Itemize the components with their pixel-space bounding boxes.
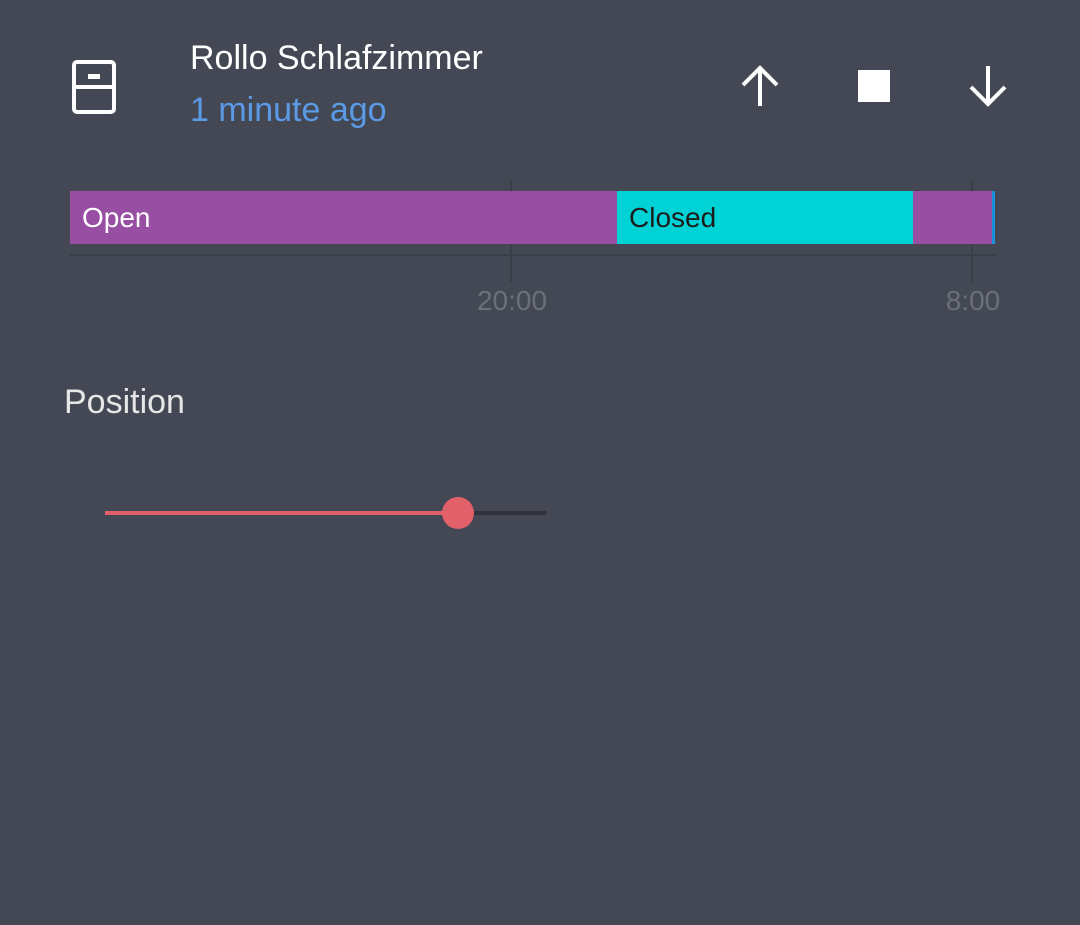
arrow-down-icon <box>969 66 1007 107</box>
tick-label: 8:00 <box>945 285 1001 316</box>
cover-more-info-dialog: Rollo Schlafzimmer 1 minute ago Open Clo… <box>0 0 1080 925</box>
close-cover-button[interactable] <box>962 60 1014 112</box>
stop-icon <box>858 70 890 102</box>
entity-title: Rollo Schlafzimmer <box>190 39 483 77</box>
last-changed[interactable]: 1 minute ago <box>190 90 387 130</box>
position-slider[interactable] <box>105 493 546 533</box>
state-history-timeline: Open Closed 20:00 8:00 <box>70 180 1000 320</box>
stop-cover-button[interactable] <box>848 60 900 112</box>
segment-label: Closed <box>629 201 717 233</box>
tick-label: 20:00 <box>476 285 548 316</box>
position-label: Position <box>64 383 185 421</box>
window-shutter-icon <box>72 60 118 116</box>
history-segment-closed[interactable]: Closed <box>617 191 913 244</box>
open-cover-button[interactable] <box>734 60 786 112</box>
slider-fill <box>105 511 458 515</box>
segment-label: Open <box>82 201 151 233</box>
history-segment-open[interactable] <box>913 191 992 244</box>
history-segment-current <box>992 191 995 244</box>
history-segment-open[interactable]: Open <box>70 191 617 244</box>
timeline-axis <box>70 254 996 256</box>
arrow-up-icon <box>741 65 779 106</box>
slider-thumb[interactable] <box>441 497 474 529</box>
